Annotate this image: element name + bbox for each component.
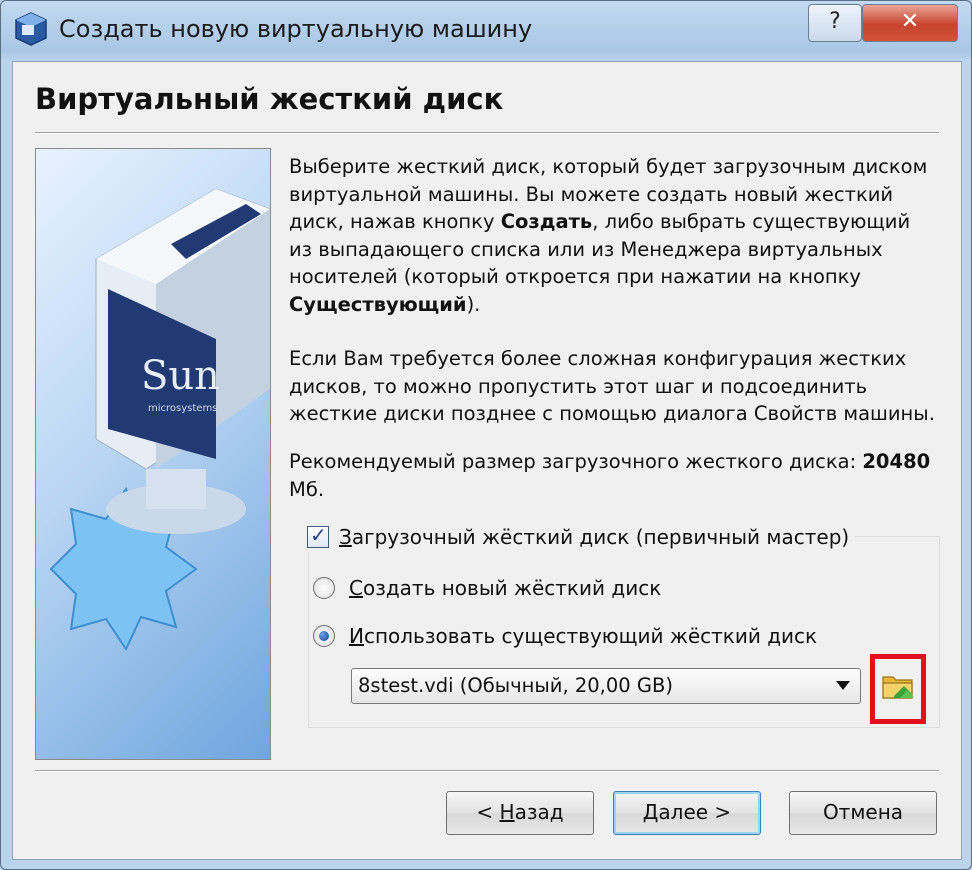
wizard-page: Виртуальный жесткий диск Sun microsystem… <box>12 61 962 860</box>
virtualbox-app-icon <box>15 12 47 46</box>
radio-button-selected[interactable] <box>313 625 335 647</box>
dialog-window: Создать новую виртуальную машину ? ✕ Вир… <box>0 0 972 870</box>
description-paragraph-2: Если Вам требуется более сложная конфигу… <box>289 347 935 425</box>
radio-selected-dot <box>319 631 329 641</box>
virtualbox-cube-illustration: Sun microsystems <box>49 188 270 652</box>
description-paragraph-1: Выберите жесткий диск, который будет заг… <box>289 155 928 316</box>
cancel-button[interactable]: Отмена <box>789 791 937 835</box>
open-media-manager-folder-icon[interactable] <box>880 668 916 704</box>
boot-disk-checkbox[interactable]: ✓ Загрузочный жёсткий диск (первичный ма… <box>307 522 856 552</box>
virtualbox-side-image: Sun microsystems <box>35 148 271 760</box>
recommended-size-text: Рекомендуемый размер загрузочного жестко… <box>289 450 931 501</box>
window-title: Создать новую виртуальную машину <box>59 15 533 43</box>
use-existing-disk-label: Использовать существующий жёсткий диск <box>349 624 818 648</box>
page-title: Виртуальный жесткий диск <box>35 82 504 116</box>
existing-disk-select[interactable]: 8stest.vdi (Обычный, 20,00 GB) <box>351 668 861 704</box>
footer-divider <box>35 770 939 772</box>
create-new-disk-label: Создать новый жёсткий диск <box>349 576 662 600</box>
close-button[interactable]: ✕ <box>862 4 958 42</box>
checkbox-box[interactable]: ✓ <box>307 523 329 548</box>
create-new-disk-radio[interactable]: Создать новый жёсткий диск <box>313 576 661 600</box>
checkmark-icon: ✓ <box>310 523 327 547</box>
title-bar[interactable]: Создать новую виртуальную машину ? ✕ <box>1 1 971 61</box>
existing-disk-select-value: 8stest.vdi (Обычный, 20,00 GB) <box>358 674 673 697</box>
sun-logo-text: Sun <box>141 353 220 399</box>
boot-disk-checkbox-label: Загрузочный жёсткий диск (первичный маст… <box>339 525 850 549</box>
chevron-down-icon[interactable] <box>836 681 850 690</box>
sun-logo-subtext: microsystems <box>148 403 217 414</box>
help-button[interactable]: ? <box>808 4 862 42</box>
radio-button-unselected[interactable] <box>313 577 335 599</box>
next-button[interactable]: Далее > <box>613 791 761 835</box>
use-existing-disk-radio[interactable]: Использовать существующий жёсткий диск <box>313 624 817 648</box>
back-button[interactable]: < Назад <box>446 791 594 835</box>
header-divider <box>35 132 939 134</box>
